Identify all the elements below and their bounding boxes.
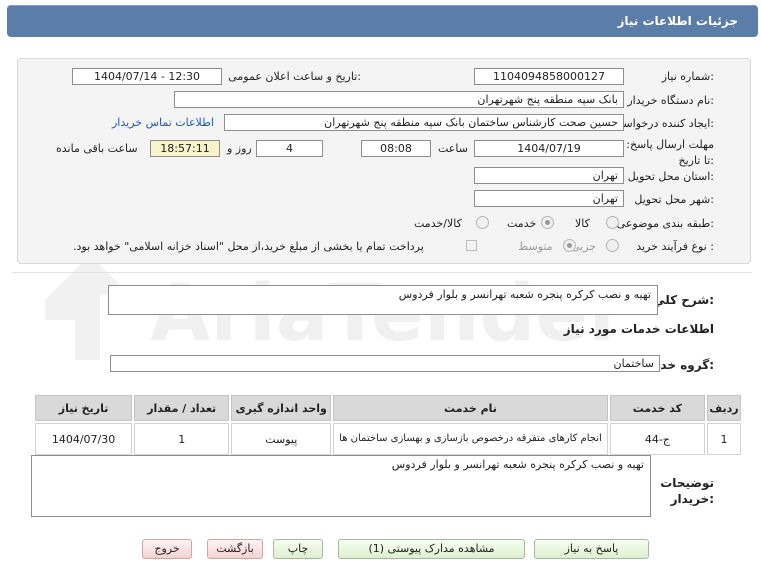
days-label: روز و <box>227 142 252 155</box>
col-row-index: ردیف <box>707 395 741 421</box>
table-header-row: تاریخ نیاز تعداد / مقدار واحد اندازه گیر… <box>35 395 741 421</box>
buyer-notes-label: توضیحات خریدار: <box>660 476 714 506</box>
category-option-goods-service: کالا/خدمت <box>414 217 462 230</box>
category-option-goods: کالا <box>575 217 590 230</box>
announce-label: تاریخ و ساعت اعلان عمومی: <box>228 70 361 83</box>
category-option-service: خدمت <box>507 217 537 230</box>
col-service-code: کد خدمت <box>609 395 706 421</box>
cell-need-date: 1404/07/30 <box>35 423 133 455</box>
divider <box>12 272 752 273</box>
deadline-date-field: 1404/07/19 <box>474 140 624 157</box>
back-button[interactable]: بازگشت <box>207 539 263 559</box>
buyer-org-label: نام دستگاه خریدار: <box>627 94 714 107</box>
col-unit: واحد اندازه گیری <box>231 395 332 421</box>
col-need-date: تاریخ نیاز <box>35 395 133 421</box>
print-button[interactable]: چاپ <box>273 539 323 559</box>
category-radio-service[interactable] <box>541 216 554 229</box>
buyer-org-field: بانک سپه منطقه پنج شهرتهران <box>174 91 624 108</box>
col-service-name: نام خدمت <box>333 395 608 421</box>
remaining-label: ساعت باقی مانده <box>56 142 138 155</box>
category-label: طبقه بندی موضوعی: <box>616 217 714 230</box>
deadline-time-field: 08:08 <box>361 140 431 157</box>
summary-textarea[interactable]: تهیه و نصب کرکره پنجره شعبه تهرانسر و بل… <box>108 285 658 315</box>
category-radio-goods-service[interactable] <box>476 216 489 229</box>
category-radio-goods[interactable] <box>606 216 619 229</box>
cell-quantity: 1 <box>134 423 230 455</box>
city-field: تهران <box>474 190 624 207</box>
cell-unit: پیوست <box>231 423 332 455</box>
table-row: 1404/07/30 1 پیوست انجام کارهای متفرقه د… <box>35 423 741 455</box>
page-header: جزئیات اطلاعات نیاز <box>7 5 758 37</box>
process-option-medium: متوسط <box>518 240 553 253</box>
col-quantity: تعداد / مقدار <box>134 395 230 421</box>
buyer-contact-link[interactable]: اطلاعات تماس خریدار <box>112 116 214 129</box>
service-group-field: ساختمان <box>110 355 660 372</box>
need-number-field: 1104094858000127 <box>474 68 624 85</box>
days-field: 4 <box>256 140 323 157</box>
reply-button[interactable]: پاسخ به نیاز <box>534 539 649 559</box>
cell-service-name: انجام کارهای متفرقه درخصوص بازسازی و بهس… <box>333 423 608 455</box>
announce-field: 1404/07/14 - 12:30 <box>72 68 222 85</box>
process-radio-minor[interactable] <box>606 239 619 252</box>
province-label: استان محل تحویل: <box>627 170 714 183</box>
cell-service-code: ج-44 <box>609 423 706 455</box>
page-title: جزئیات اطلاعات نیاز <box>617 14 738 28</box>
remaining-time-field: 18:57:11 <box>150 140 220 157</box>
treasury-payment-checkbox[interactable] <box>466 240 477 251</box>
need-number-label: شماره نیاز: <box>661 70 714 83</box>
services-section-title: اطلاعات خدمات مورد نیاز <box>563 322 714 336</box>
process-radio-medium[interactable] <box>563 239 576 252</box>
creator-label: ایجاد کننده درخواست: <box>612 117 714 130</box>
exit-button[interactable]: خروج <box>142 539 192 559</box>
process-label: نوع فرآیند خرید : <box>636 240 714 253</box>
payment-note: پرداخت تمام یا بخشی از مبلغ خرید،از محل … <box>73 240 424 253</box>
province-field: تهران <box>474 167 624 184</box>
deadline-time-label: ساعت <box>438 142 468 155</box>
buyer-notes-textarea[interactable]: تهیه و نصب کرکره پنجره شعبه تهرانسر و بل… <box>31 455 651 517</box>
creator-field: حسین صحت کارشناس ساختمان بانک سپه منطقه … <box>224 114 624 131</box>
city-label: شهر محل تحویل: <box>634 193 714 206</box>
view-attachments-button[interactable]: مشاهده مدارک پیوستی (1) <box>338 539 525 559</box>
cell-row-index: 1 <box>707 423 741 455</box>
deadline-label: مهلت ارسال پاسخ: تا تاریخ: <box>626 138 714 167</box>
services-table: تاریخ نیاز تعداد / مقدار واحد اندازه گیر… <box>33 393 743 457</box>
